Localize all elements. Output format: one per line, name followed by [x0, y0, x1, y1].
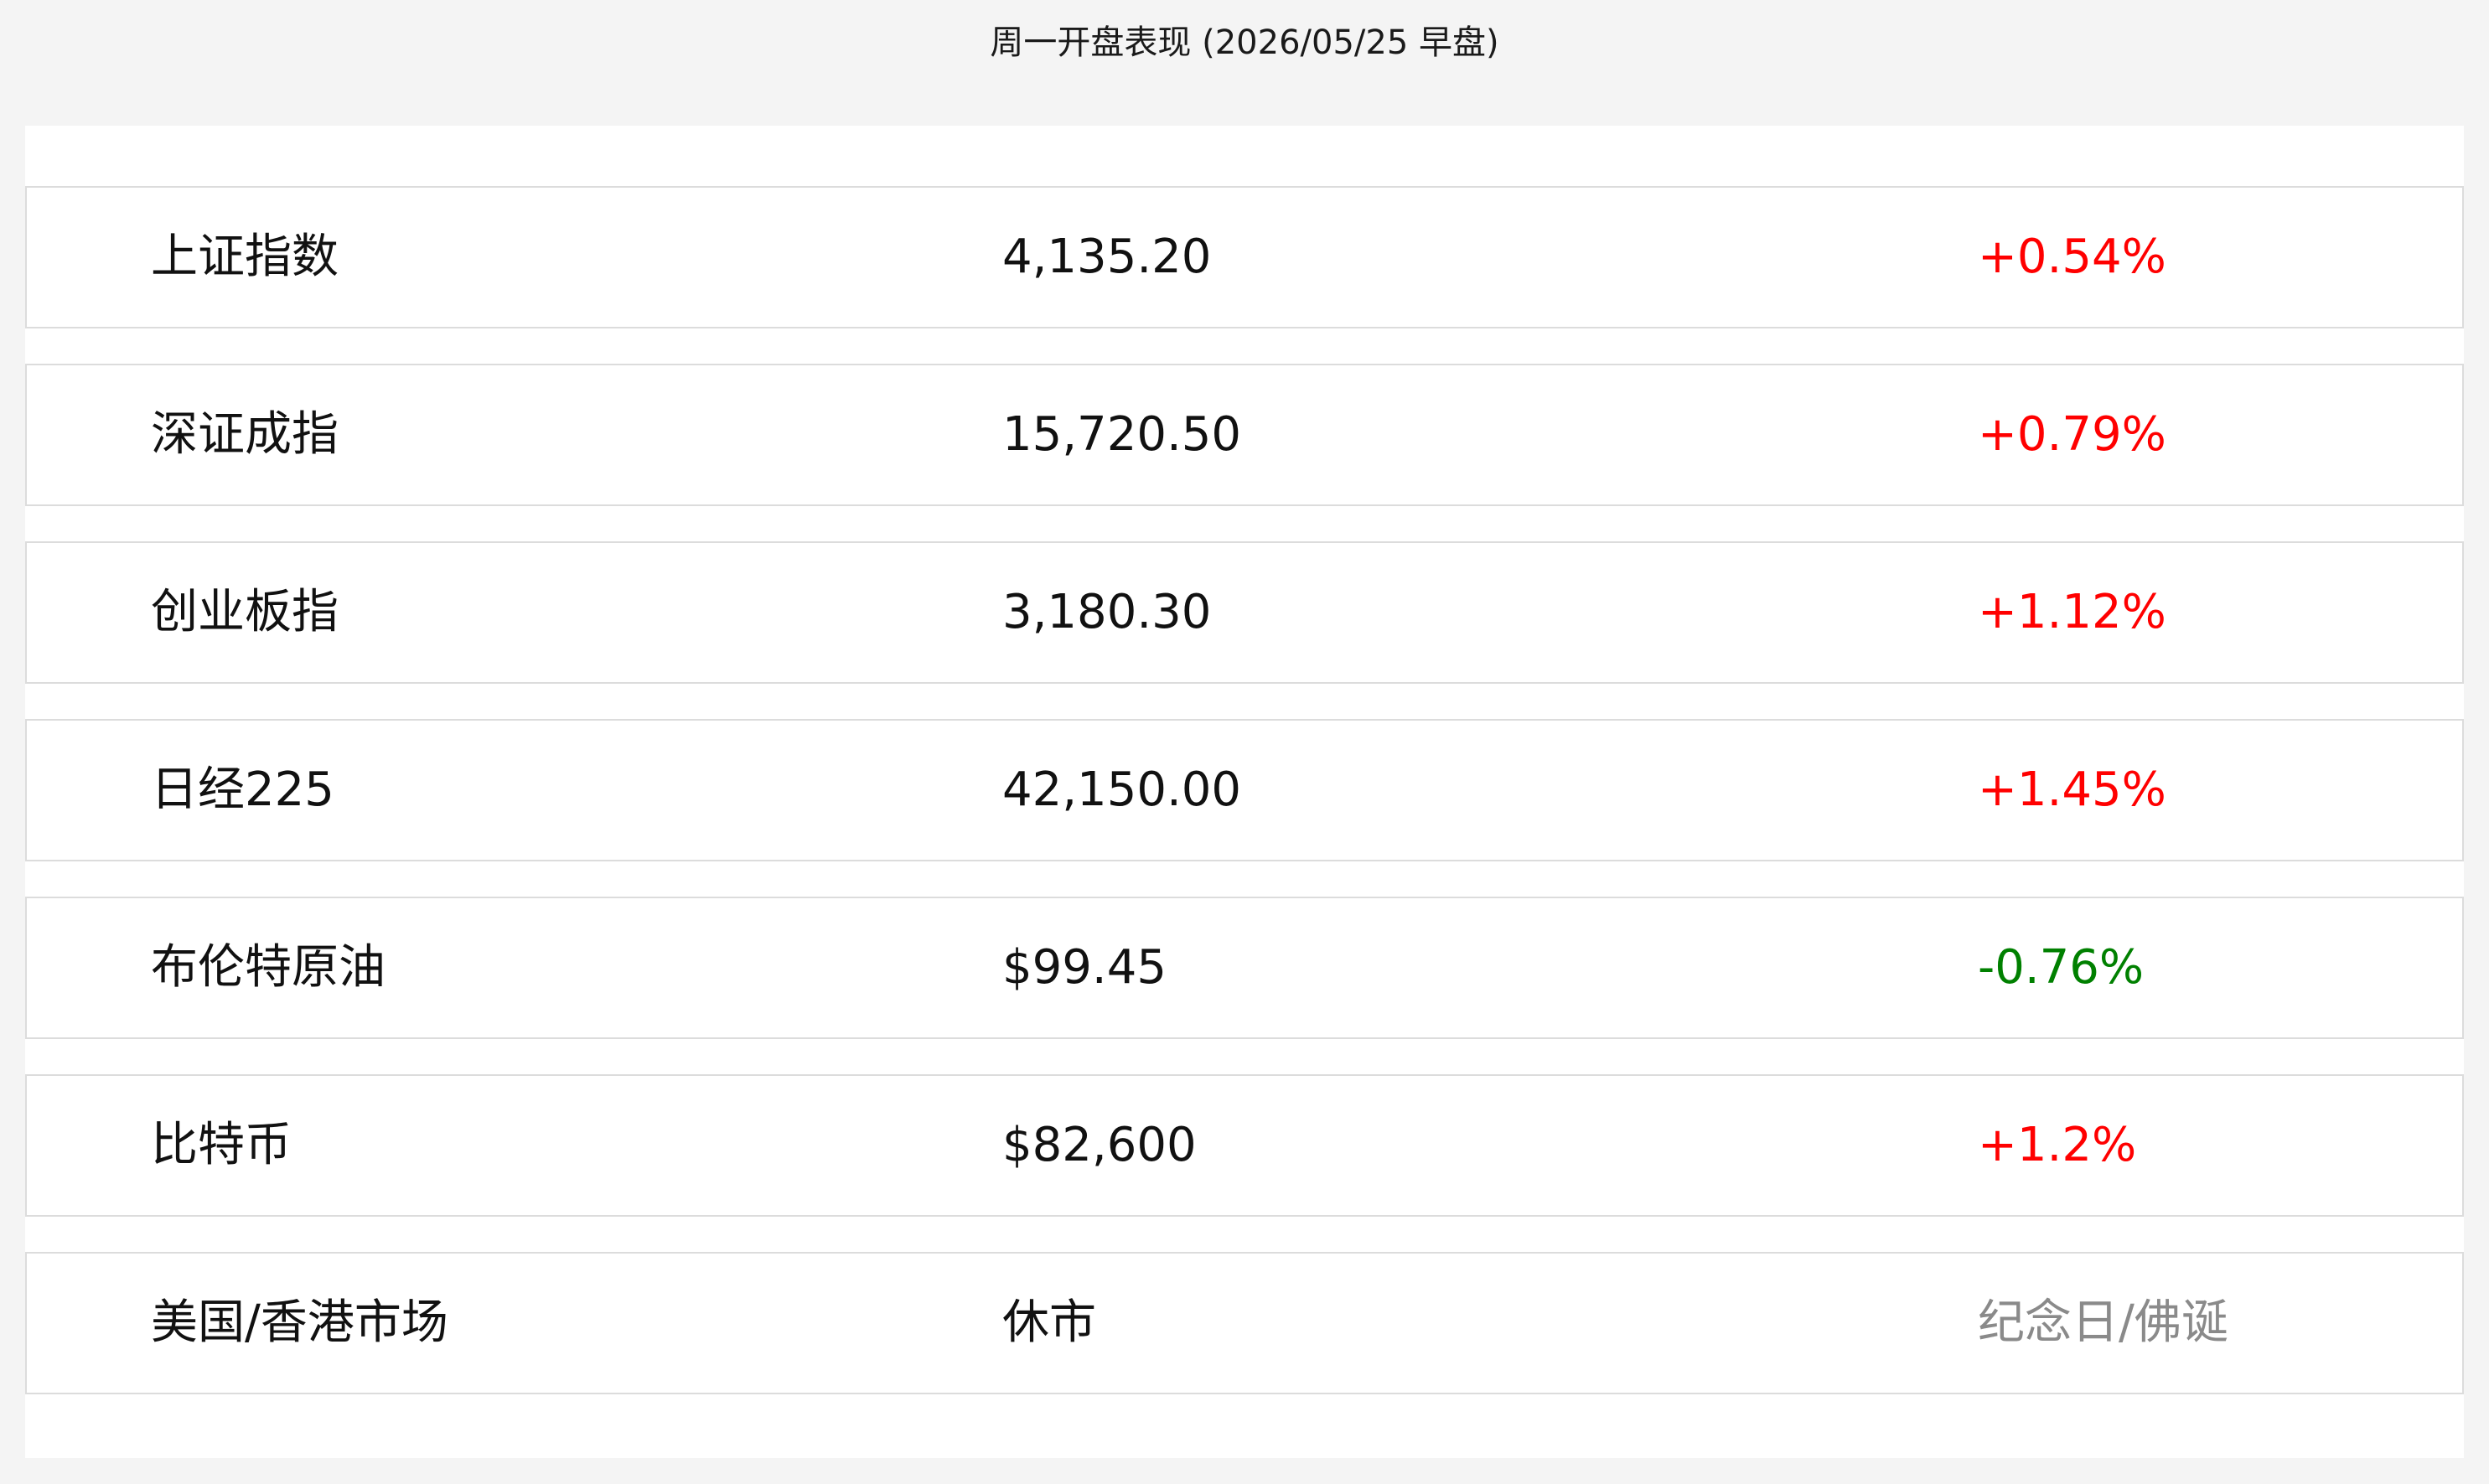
row-change: +0.54%	[1978, 230, 2166, 284]
row-name: 深证成指	[151, 407, 339, 462]
row-value: $99.45	[1002, 940, 1167, 995]
market-table: 上证指数 4,135.20 +0.54% 深证成指 15,720.50 +0.7…	[25, 126, 2464, 1458]
table-row: 上证指数 4,135.20 +0.54%	[25, 186, 2464, 328]
row-value: $82,600	[1002, 1118, 1197, 1172]
row-change: -0.76%	[1978, 940, 2145, 995]
row-name: 日经225	[151, 763, 334, 817]
row-name: 创业板指	[151, 585, 339, 639]
table-row: 布伦特原油 $99.45 -0.76%	[25, 897, 2464, 1039]
row-value: 休市	[1002, 1295, 1096, 1350]
table-row: 比特币 $82,600 +1.2%	[25, 1074, 2464, 1217]
table-row: 创业板指 3,180.30 +1.12%	[25, 541, 2464, 684]
row-change: 纪念日/佛诞	[1978, 1295, 2228, 1350]
row-change: +0.79%	[1978, 407, 2166, 462]
row-value: 4,135.20	[1002, 230, 1212, 284]
row-value: 15,720.50	[1002, 407, 1242, 462]
table-row: 深证成指 15,720.50 +0.79%	[25, 364, 2464, 506]
row-change: +1.2%	[1978, 1118, 2137, 1172]
row-value: 42,150.00	[1002, 763, 1242, 817]
row-name: 美国/香港市场	[151, 1295, 448, 1350]
row-value: 3,180.30	[1002, 585, 1212, 639]
page-title: 周一开盘表现 (2026/05/25 早盘)	[990, 23, 1499, 62]
row-change: +1.12%	[1978, 585, 2166, 639]
row-change: +1.45%	[1978, 763, 2166, 817]
table-row: 美国/香港市场 休市 纪念日/佛诞	[25, 1252, 2464, 1394]
table-row: 日经225 42,150.00 +1.45%	[25, 719, 2464, 861]
row-name: 布伦特原油	[151, 940, 386, 995]
row-name: 上证指数	[151, 230, 339, 284]
row-name: 比特币	[151, 1118, 292, 1172]
